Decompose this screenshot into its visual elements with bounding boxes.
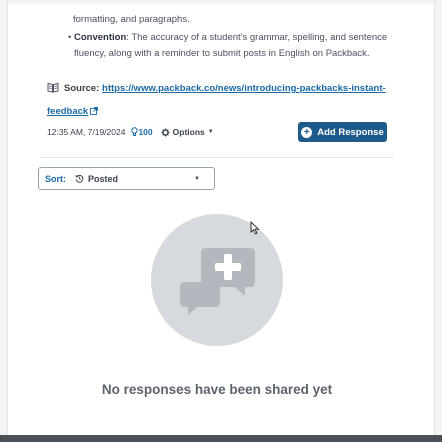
- empty-state-message: No responses have been shared yet: [101, 382, 333, 397]
- bullet-dot: •: [68, 32, 72, 43]
- right-gutter: [434, 0, 442, 442]
- add-response-label: Add Response: [317, 126, 384, 138]
- post-meta: 12:35 AM, 7/19/2024 100 Options ▼: [47, 126, 214, 138]
- book-icon: [47, 80, 59, 101]
- divider: [40, 157, 394, 158]
- sort-dropdown[interactable]: Sort: Posted ▼: [38, 167, 215, 190]
- gear-icon: [161, 127, 170, 137]
- options-label: Options: [172, 127, 205, 137]
- previous-item-tail: formatting, and paragraphs.: [73, 14, 190, 25]
- bullet-convention: • Convention: The accuracy of a student'…: [68, 30, 388, 62]
- mouse-cursor: [250, 221, 260, 235]
- bottom-bar: [0, 435, 442, 442]
- top-shadow: [8, 0, 434, 6]
- chevron-down-icon: ▼: [207, 129, 214, 135]
- source-label: Source:: [64, 83, 100, 94]
- plus-circle-icon: +: [301, 126, 313, 138]
- add-response-button[interactable]: + Add Response: [298, 122, 387, 142]
- bullet-term: Convention: [74, 32, 127, 43]
- sort-value: Posted: [88, 173, 119, 184]
- points-value: 100: [138, 127, 153, 137]
- empty-state-illustration: [151, 214, 283, 346]
- lightbulb-icon: [131, 127, 139, 136]
- options-menu[interactable]: Options ▼: [161, 127, 214, 137]
- external-link-icon[interactable]: [90, 102, 99, 123]
- source-line: Source: https://www.packback.co/news/int…: [47, 78, 392, 123]
- chevron-down-icon: ▼: [194, 176, 200, 182]
- timestamp: 12:35 AM, 7/19/2024: [47, 127, 126, 137]
- chat-bubbles-plus-icon: [180, 248, 255, 315]
- left-gutter: [0, 0, 8, 442]
- points[interactable]: 100: [131, 127, 153, 137]
- sort-label: Sort:: [45, 173, 66, 184]
- history-icon: [75, 174, 84, 183]
